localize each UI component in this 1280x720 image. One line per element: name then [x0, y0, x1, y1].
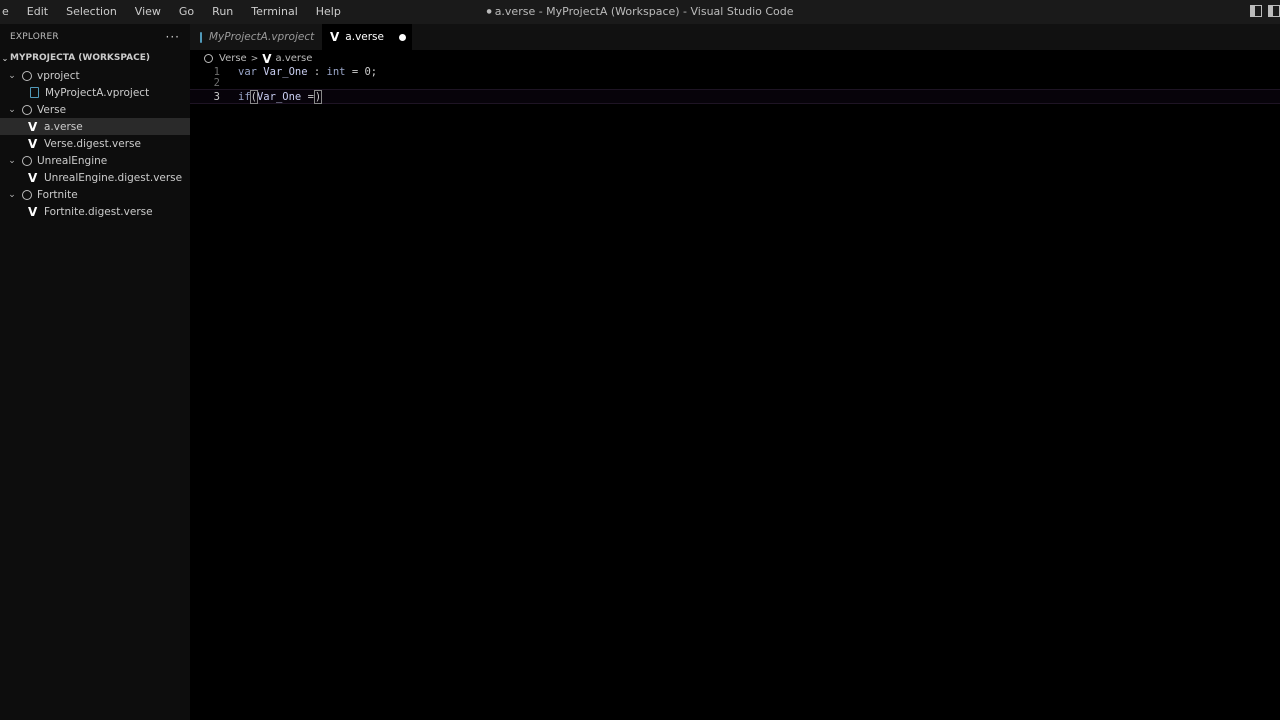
- code-editor[interactable]: 1 var Var_One : int = 0; 2 3 if(Var_One …: [190, 67, 1280, 720]
- chevron-down-icon: ⌄: [8, 70, 16, 81]
- unsaved-changes-icon[interactable]: [399, 34, 406, 41]
- folder-circle-icon: [22, 155, 32, 166]
- folder-circle-icon: [22, 189, 32, 200]
- line-number: 2: [213, 77, 220, 89]
- verse-file-icon: V: [330, 30, 340, 44]
- keyword-var: var: [238, 66, 257, 78]
- file-myprojecta-vproject[interactable]: MyProjectA.vproject: [0, 84, 190, 101]
- chevron-down-icon: ⌄: [8, 155, 16, 166]
- file-label: a.verse: [44, 120, 83, 133]
- tab-a-verse[interactable]: V a.verse: [322, 24, 412, 50]
- explorer-sidebar: EXPLORER ··· ⌄ MYPROJECTA (WORKSPACE) ⌄ …: [0, 24, 190, 720]
- tab-label: MyProjectA.vproject: [209, 31, 315, 43]
- document-icon: [30, 87, 39, 98]
- chevron-down-icon: ⌄: [1, 54, 9, 63]
- window-title-text: a.verse - MyProjectA (Workspace) - Visua…: [494, 5, 794, 18]
- chevron-down-icon: ⌄: [8, 104, 16, 115]
- file-label: UnrealEngine.digest.verse: [44, 171, 183, 184]
- breadcrumb: Verse > V a.verse: [190, 50, 1280, 67]
- colon: :: [307, 66, 327, 78]
- file-label: Fortnite.digest.verse: [44, 205, 153, 218]
- file-unrealengine-digest[interactable]: V UnrealEngine.digest.verse: [0, 169, 190, 186]
- tab-myprojecta-vproject[interactable]: MyProjectA.vproject: [190, 24, 322, 50]
- verse-file-icon: V: [28, 136, 38, 151]
- line-number: 3: [213, 91, 220, 103]
- file-verse-digest[interactable]: V Verse.digest.verse: [0, 135, 190, 152]
- folder-label: vproject: [37, 69, 80, 82]
- folder-label: UnrealEngine: [37, 154, 108, 167]
- file-label: Verse.digest.verse: [44, 137, 141, 150]
- editor-tab-bar: MyProjectA.vproject V a.verse: [190, 24, 1280, 50]
- menu-go[interactable]: Go: [170, 0, 203, 24]
- file-fortnite-digest[interactable]: V Fortnite.digest.verse: [0, 203, 190, 220]
- menu-bar: e Edit Selection View Go Run Terminal He…: [0, 0, 350, 24]
- code-line-2: 2: [190, 78, 1280, 89]
- type-int: int: [326, 66, 346, 78]
- menu-view[interactable]: View: [126, 0, 170, 24]
- chevron-down-icon: ⌄: [8, 189, 16, 200]
- title-bar: e Edit Selection View Go Run Terminal He…: [0, 0, 1280, 24]
- identifier: Var_One: [256, 91, 302, 103]
- close-paren: ): [313, 90, 323, 104]
- unsaved-dot-icon: ●: [486, 8, 492, 15]
- verse-file-icon: V: [28, 119, 38, 134]
- explorer-title: EXPLORER: [10, 32, 59, 42]
- folder-label: Fortnite: [37, 188, 78, 201]
- code-text: var Var_One : int = 0;: [238, 67, 377, 78]
- folder-circle-icon: [22, 104, 32, 115]
- menu-file[interactable]: e: [0, 0, 18, 24]
- folder-label: Verse: [37, 103, 67, 116]
- breadcrumb-folder[interactable]: Verse: [219, 53, 247, 64]
- file-label: MyProjectA.vproject: [45, 86, 150, 99]
- breadcrumb-file[interactable]: a.verse: [276, 53, 313, 64]
- folder-fortnite[interactable]: ⌄ Fortnite: [0, 186, 190, 203]
- workspace-root[interactable]: ⌄ MYPROJECTA (WORKSPACE): [0, 50, 190, 67]
- folder-verse[interactable]: ⌄ Verse: [0, 101, 190, 118]
- explorer-header: EXPLORER ···: [0, 24, 190, 50]
- file-a-verse[interactable]: V a.verse: [0, 118, 190, 135]
- menu-run[interactable]: Run: [203, 0, 242, 24]
- code-line-3: 3 if(Var_One =): [190, 89, 1280, 104]
- more-actions-icon[interactable]: ···: [166, 30, 180, 44]
- tab-label: a.verse: [345, 31, 384, 43]
- menu-help[interactable]: Help: [307, 0, 350, 24]
- operator: =: [301, 91, 314, 103]
- menu-selection[interactable]: Selection: [57, 0, 126, 24]
- assignment: = 0;: [345, 66, 378, 78]
- folder-circle-icon: [22, 70, 32, 81]
- toggle-sidebar-icon[interactable]: [1250, 5, 1262, 17]
- verse-file-icon: V: [28, 170, 38, 185]
- keyword-if: if: [238, 91, 251, 103]
- verse-file-icon: V: [28, 204, 38, 219]
- document-icon: [200, 31, 202, 43]
- verse-file-icon: V: [262, 51, 272, 66]
- folder-circle-icon: [204, 54, 213, 63]
- code-text: if(Var_One =): [238, 90, 323, 105]
- code-line-1: 1 var Var_One : int = 0;: [190, 67, 1280, 78]
- identifier: Var_One: [263, 66, 308, 78]
- menu-terminal[interactable]: Terminal: [242, 0, 307, 24]
- chevron-right-icon: >: [250, 53, 259, 64]
- layout-controls: [1250, 5, 1280, 17]
- folder-vproject[interactable]: ⌄ vproject: [0, 67, 190, 84]
- menu-edit[interactable]: Edit: [18, 0, 57, 24]
- workspace-name: MYPROJECTA (WORKSPACE): [10, 53, 150, 63]
- folder-unrealengine[interactable]: ⌄ UnrealEngine: [0, 152, 190, 169]
- toggle-panel-icon[interactable]: [1268, 5, 1280, 17]
